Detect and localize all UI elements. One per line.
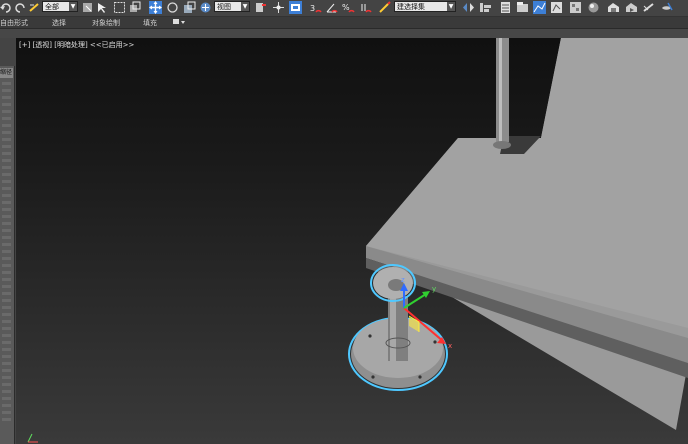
base-bolt: [371, 375, 375, 379]
scene-explorer-panel: 缩径: [0, 66, 15, 444]
support-rod-highlight: [499, 38, 502, 142]
schematic-view-icon[interactable]: [550, 1, 563, 14]
axis-tripod: [27, 433, 38, 443]
svg-text:%: %: [342, 3, 350, 12]
select-manipulate-icon[interactable]: [272, 1, 285, 14]
select-filter[interactable]: 全部 ▼: [42, 1, 78, 12]
base-bolt: [368, 334, 372, 338]
chevron-down-icon: ▼: [447, 2, 455, 11]
gizmo-z-label: z: [401, 276, 405, 284]
viewport-label[interactable]: [+] [透视] [明暗处理] <<已启用>>: [19, 40, 134, 50]
support-rod[interactable]: [496, 38, 509, 142]
base-bolt: [418, 375, 422, 379]
snap-3d-icon[interactable]: 3: [309, 1, 322, 14]
select-filter-value: 全部: [45, 3, 59, 11]
mirror-icon[interactable]: [462, 1, 475, 14]
gizmo-y-label: y: [432, 285, 436, 293]
percent-snap-icon[interactable]: %: [342, 1, 355, 14]
named-selection[interactable]: 建选择集 ▼: [394, 1, 456, 12]
scene-canvas[interactable]: x y z: [16, 38, 688, 444]
curve-editor-icon[interactable]: [533, 1, 546, 14]
ribbon-toggle-icon[interactable]: [172, 17, 186, 29]
gizmo-x-label: x: [448, 342, 452, 350]
edit-named-selection-icon[interactable]: [378, 1, 391, 14]
tab-selection[interactable]: 选择: [52, 18, 66, 28]
perspective-viewport[interactable]: x y z [+] [透视] [明暗处理] <<已启用>>: [16, 38, 688, 444]
move-icon[interactable]: [149, 1, 162, 14]
ref-coord-icon: [199, 1, 212, 14]
scene-explorer-scrollbar[interactable]: [2, 82, 11, 422]
angle-snap-icon[interactable]: [325, 1, 338, 14]
spinner-snap-icon[interactable]: [359, 1, 372, 14]
window-crossing-icon[interactable]: [128, 1, 141, 14]
keyboard-shortcut-icon[interactable]: [289, 1, 302, 14]
select-by-name-icon[interactable]: [96, 1, 109, 14]
chevron-down-icon: ▼: [241, 2, 249, 11]
ribbon-panel: [0, 29, 688, 38]
pivot-icon[interactable]: [254, 1, 267, 14]
render-setup-icon[interactable]: [587, 1, 600, 14]
tab-object-paint[interactable]: 对象绘制: [92, 18, 120, 28]
scene-explorer-tab[interactable]: 缩径: [0, 68, 13, 78]
render-icon[interactable]: [625, 1, 638, 14]
undo-icon[interactable]: [0, 1, 13, 14]
ref-coord[interactable]: 视图 ▼: [214, 1, 250, 12]
pedestal-column-highlight: [390, 296, 396, 361]
toggle-ribbon-icon[interactable]: [516, 1, 529, 14]
named-selection-value: 建选择集: [397, 3, 425, 11]
tab-populate[interactable]: 填充: [143, 18, 157, 28]
ref-coord-value: 视图: [217, 3, 231, 11]
align-icon[interactable]: [479, 1, 492, 14]
rod-collar: [493, 141, 511, 149]
layer-explorer-icon[interactable]: [499, 1, 512, 14]
scale-icon[interactable]: [183, 1, 196, 14]
tab-freeform[interactable]: 自由形式: [0, 18, 28, 28]
ribbon-tabs: 自由形式 选择 对象绘制 填充: [0, 17, 688, 29]
bind-icon[interactable]: [28, 1, 41, 14]
rendered-frame-icon[interactable]: [607, 1, 620, 14]
a360-icon[interactable]: [660, 1, 673, 14]
render-cloud-icon[interactable]: [642, 1, 655, 14]
svg-text:3: 3: [310, 4, 315, 13]
select-object-icon[interactable]: [81, 1, 94, 14]
chevron-down-icon: ▼: [69, 2, 77, 11]
base-bolt: [433, 340, 437, 344]
material-editor-icon[interactable]: [569, 1, 582, 14]
rotate-icon[interactable]: [166, 1, 179, 14]
redo-icon[interactable]: [14, 1, 27, 14]
main-toolbar: 全部 ▼ 视图 ▼ 3 % 建选择集 ▼: [0, 0, 688, 17]
rect-select-icon[interactable]: [113, 1, 126, 14]
